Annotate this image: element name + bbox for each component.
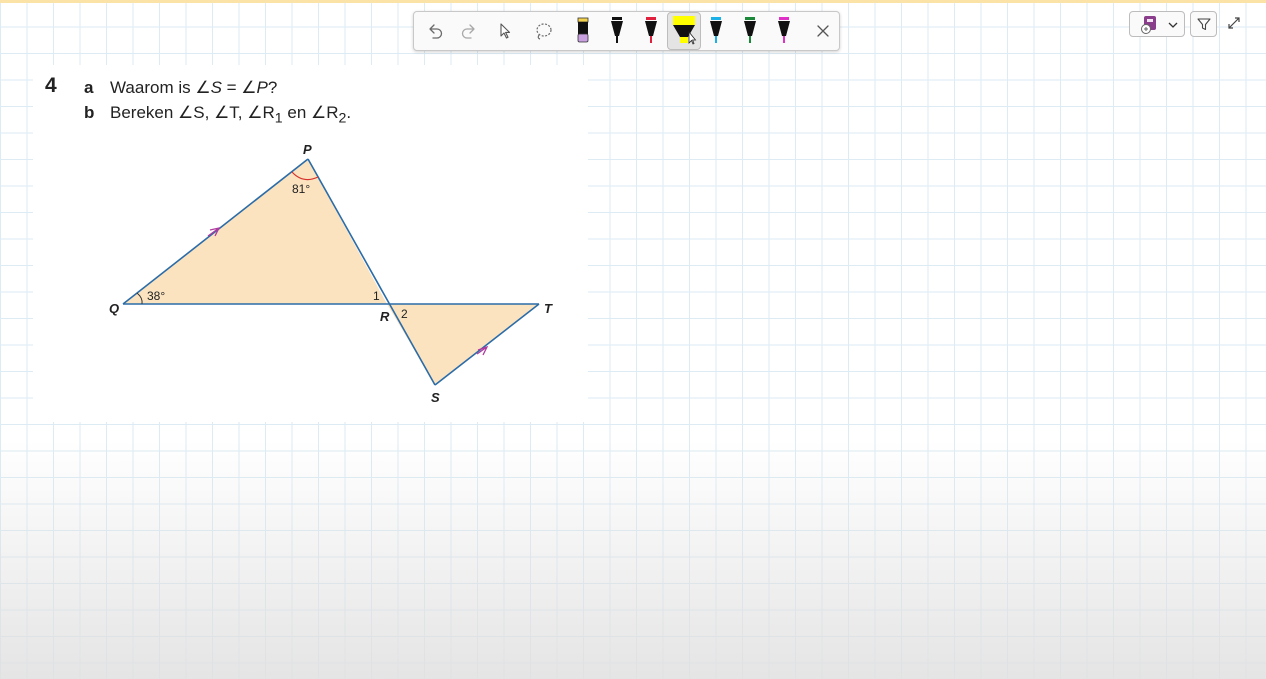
notebook-icon bbox=[1141, 16, 1156, 34]
cyan-pen-icon bbox=[710, 17, 722, 43]
select-button[interactable] bbox=[492, 12, 518, 50]
green-pen-button[interactable] bbox=[738, 12, 762, 50]
lasso-button[interactable] bbox=[531, 12, 557, 50]
top-accent-strip bbox=[0, 0, 1266, 3]
undo-button[interactable] bbox=[422, 12, 448, 50]
magenta-pen-button[interactable] bbox=[772, 12, 796, 50]
close-toolbar-button[interactable] bbox=[811, 12, 835, 50]
chevron-down-icon bbox=[1168, 22, 1178, 28]
vertex-p-label: P bbox=[303, 142, 312, 157]
eraser-button[interactable] bbox=[571, 12, 595, 50]
red-pen-button[interactable] bbox=[639, 12, 663, 50]
yellow-highlighter-icon bbox=[673, 16, 697, 45]
vertex-q-label: Q bbox=[109, 301, 119, 316]
expand-button[interactable] bbox=[1224, 13, 1244, 33]
vertex-r-label: R bbox=[380, 309, 390, 324]
black-pen-icon bbox=[611, 17, 623, 43]
green-pen-icon bbox=[744, 17, 756, 43]
triangle-rts-fill bbox=[387, 304, 539, 385]
vertex-t-label: T bbox=[544, 301, 553, 316]
geometry-figure: P Q R S T 81° 38° 1 2 bbox=[109, 142, 553, 405]
triangle-pqr-fill bbox=[123, 159, 387, 304]
ink-toolbar bbox=[413, 11, 840, 51]
redo-button[interactable] bbox=[456, 12, 482, 50]
black-pen-button[interactable] bbox=[605, 12, 629, 50]
vertex-s-label: S bbox=[431, 390, 440, 405]
cyan-pen-button[interactable] bbox=[704, 12, 728, 50]
angle-p-value: 81° bbox=[292, 182, 310, 196]
redo-icon bbox=[461, 24, 475, 39]
undo-icon bbox=[429, 24, 443, 39]
filter-icon bbox=[1197, 18, 1211, 31]
expand-icon bbox=[1228, 17, 1240, 29]
angle-r2-label: 2 bbox=[401, 307, 408, 321]
worksheet-card: 4 a Waarom is ∠S = ∠P? b Bereken ∠S, ∠T, ∠… bbox=[33, 65, 588, 422]
notebook-dropdown-button[interactable] bbox=[1129, 11, 1185, 37]
magenta-pen-icon bbox=[778, 17, 790, 43]
lasso-icon bbox=[536, 23, 552, 40]
close-icon bbox=[817, 25, 829, 37]
filter-button[interactable] bbox=[1190, 11, 1217, 37]
select-icon bbox=[500, 23, 511, 39]
yellow-highlighter-button[interactable] bbox=[667, 12, 701, 50]
angle-r1-label: 1 bbox=[373, 289, 380, 303]
red-pen-icon bbox=[645, 17, 657, 43]
angle-q-value: 38° bbox=[147, 289, 165, 303]
eraser-icon bbox=[577, 17, 589, 43]
